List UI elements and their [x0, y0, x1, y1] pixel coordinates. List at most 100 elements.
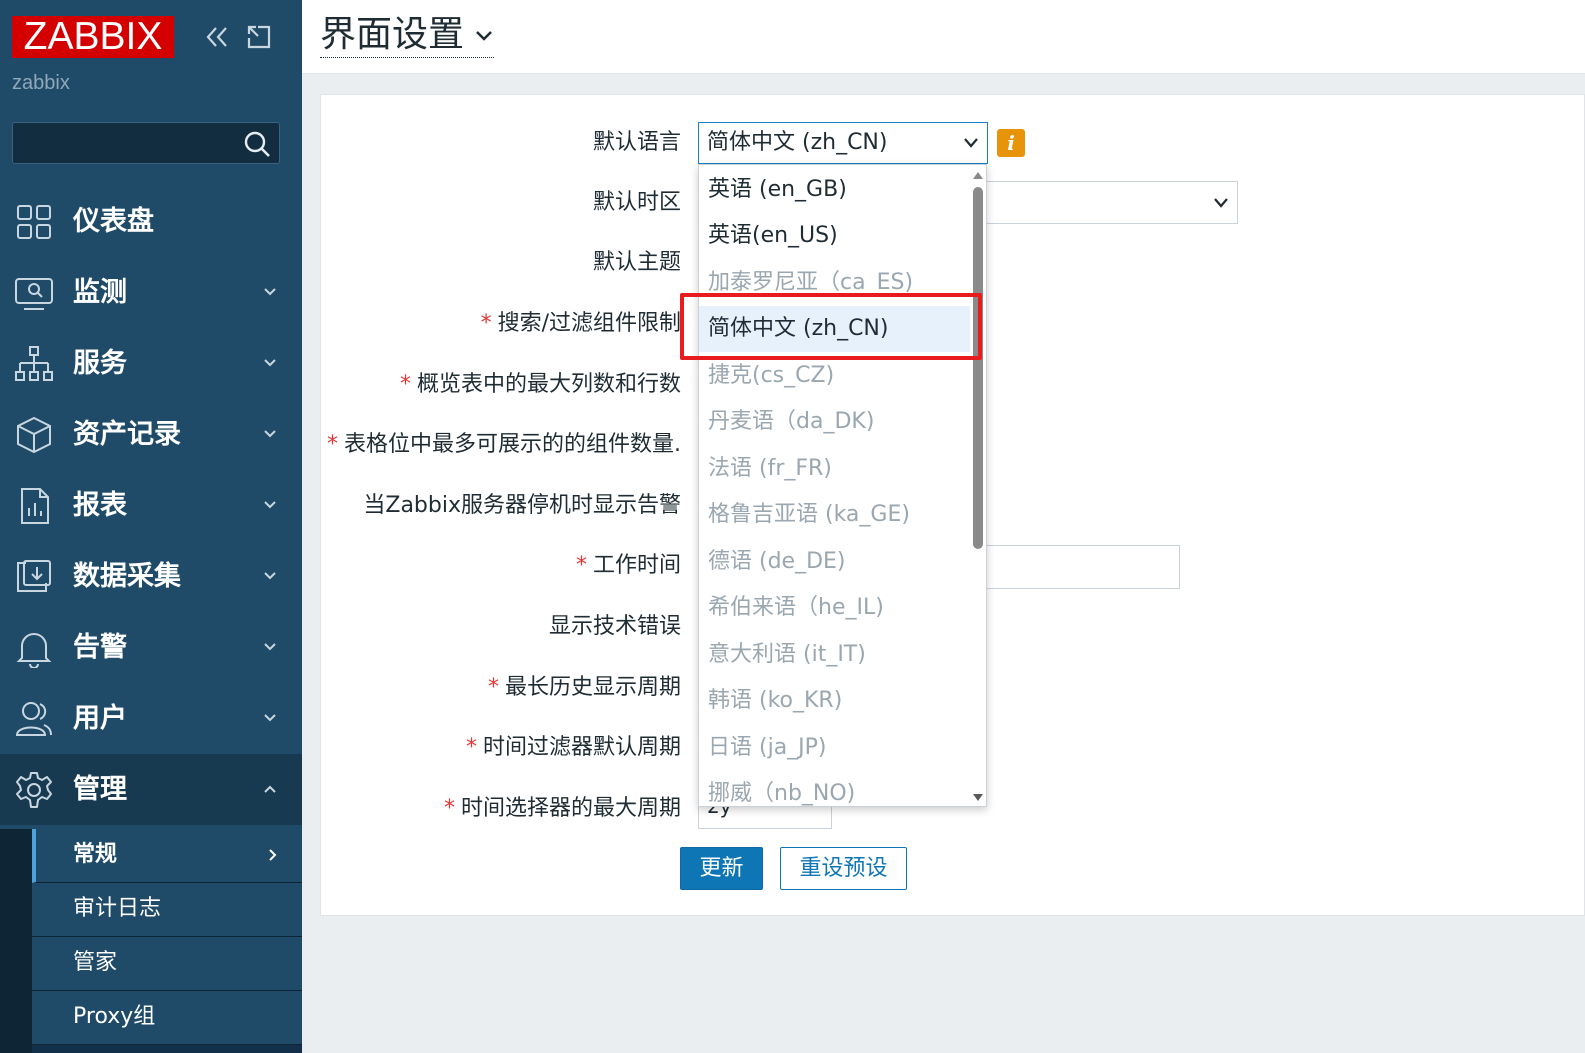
row-work-period: * 工作时间 — [321, 546, 681, 586]
menu-item-dashboard[interactable]: 仪表盘 — [0, 186, 302, 257]
required-marker: * — [465, 735, 477, 760]
search-input[interactable] — [13, 123, 233, 163]
required-marker: * — [575, 553, 587, 578]
dashboard-icon — [17, 205, 51, 239]
language-option: 韩语 (ko_KR) — [708, 688, 843, 713]
main-menu: 仪表盘 监测 服务 资产记录 报表 数据采集 告警 用户 管理 — [0, 186, 302, 825]
row-max-period: * 时间选择器的最大周期 — [321, 789, 681, 829]
row-max-history-period: * 最长历史显示周期 — [321, 668, 681, 708]
label-work-period-wrap: * 工作时间 — [576, 546, 681, 586]
chevron-down-icon — [1214, 198, 1228, 208]
label-max-period: 时间选择器的最大周期 — [460, 796, 681, 821]
submenu-label-audit-log: 审计日志 — [73, 896, 162, 921]
language-option[interactable]: 英语(en_US) — [699, 213, 971, 259]
menu-label-administration: 管理 — [73, 774, 127, 805]
menu-label-reports: 报表 — [73, 490, 127, 521]
row-max-widgets: * 表格位中最多可展示的的组件数量. — [321, 425, 681, 465]
label-max-widgets: 表格位中最多可展示的的组件数量. — [344, 432, 681, 457]
required-marker: * — [480, 311, 492, 336]
scrollbar-thumb[interactable] — [973, 187, 983, 549]
menu-label-data-collection: 数据采集 — [73, 561, 181, 592]
row-show-tech-errors: 显示技术错误 — [321, 607, 681, 647]
menu-label-alerts: 告警 — [73, 632, 127, 663]
page-header: 界面设置 — [302, 0, 1585, 74]
alerts-icon — [16, 633, 52, 668]
search-box — [12, 122, 280, 164]
row-max-columns-rows: * 概览表中的最大列数和行数 — [321, 365, 681, 405]
work-period-input[interactable] — [985, 545, 1180, 589]
submenu-item-audit-log[interactable]: 审计日志 — [32, 883, 302, 937]
chevron-up-icon — [264, 785, 276, 793]
label-work-period: 工作时间 — [592, 553, 681, 578]
submenu-item-housekeeping[interactable]: 管家 — [32, 937, 302, 991]
menu-item-administration[interactable]: 管理 — [0, 754, 302, 825]
info-icon[interactable]: i — [997, 129, 1025, 157]
row-search-limit: * 搜索/过滤组件限制 — [321, 304, 681, 344]
row-default-theme: 默认主题 — [321, 243, 681, 283]
menu-item-data-collection[interactable]: 数据采集 — [0, 541, 302, 612]
label-default-theme: 默认主题 — [592, 250, 681, 275]
chevron-right-icon — [269, 849, 277, 861]
menu-item-reports[interactable]: 报表 — [0, 470, 302, 541]
gear-icon — [16, 772, 52, 808]
menu-label-users: 用户 — [73, 703, 127, 734]
scroll-down-arrow-icon[interactable] — [973, 794, 983, 802]
menu-item-services[interactable]: 服务 — [0, 328, 302, 399]
label-show-tech-errors: 显示技术错误 — [548, 614, 681, 639]
page-title: 界面设置 — [320, 14, 465, 55]
services-icon — [15, 346, 53, 381]
label-max-widgets-wrap: * 表格位中最多可展示的的组件数量. — [327, 425, 681, 465]
language-option: 意大利语 (it_IT) — [708, 642, 866, 667]
data-collection-icon — [17, 560, 51, 592]
dropdown-scrollbar[interactable] — [970, 165, 986, 806]
page-title-dropdown[interactable]: 界面设置 — [320, 12, 495, 58]
inventory-icon — [17, 416, 51, 454]
label-max-history-period: 最长历史显示周期 — [504, 675, 681, 700]
menu-item-inventory[interactable]: 资产记录 — [0, 399, 302, 470]
language-option: 德语 (de_DE) — [708, 549, 846, 574]
label-time-filter-default-wrap: * 时间过滤器默认周期 — [466, 728, 681, 768]
zabbix-logo[interactable]: ZABBIX — [12, 16, 174, 58]
logo-row: ZABBIX — [12, 16, 290, 60]
row-time-filter-default: * 时间过滤器默认周期 — [321, 728, 681, 768]
label-max-period-wrap: * 时间选择器的最大周期 — [444, 789, 681, 829]
language-option: 丹麦语（da_DK) — [708, 409, 875, 434]
label-max-columns-rows-wrap: * 概览表中的最大列数和行数 — [400, 365, 681, 405]
scroll-up-arrow-icon[interactable] — [973, 171, 983, 179]
required-marker: * — [399, 372, 411, 397]
chevron-down-icon — [964, 138, 978, 148]
language-option-selected[interactable]: 简体中文 (zh_CN) — [699, 306, 971, 352]
server-name: zabbix — [12, 72, 70, 94]
label-default-language: 默认语言 — [592, 130, 681, 155]
label-default-timezone: 默认时区 — [592, 190, 681, 215]
kiosk-mode-icon[interactable] — [246, 24, 272, 50]
menu-item-users[interactable]: 用户 — [0, 683, 302, 754]
language-option: 希伯来语（he_IL) — [708, 595, 884, 620]
menu-label-inventory: 资产记录 — [73, 419, 181, 450]
menu-item-alerts[interactable]: 告警 — [0, 612, 302, 683]
monitoring-icon — [15, 278, 53, 310]
language-option[interactable]: 英语 (en_GB) — [699, 167, 971, 213]
menu-label-services: 服务 — [73, 348, 127, 379]
menu-label-dashboard: 仪表盘 — [73, 206, 154, 237]
submenu-item-proxy-groups[interactable]: Proxy组 — [32, 991, 302, 1045]
row-server-down-alert: 当Zabbix服务器停机时显示告警 — [321, 486, 681, 526]
chevron-down-icon — [264, 501, 276, 509]
submenu-label-proxy-groups: Proxy组 — [73, 1004, 156, 1029]
default-language-select[interactable]: 简体中文 (zh_CN) — [698, 122, 988, 164]
menu-item-monitoring[interactable]: 监测 — [0, 257, 302, 328]
label-time-filter-default: 时间过滤器默认周期 — [482, 735, 681, 760]
default-timezone-select[interactable] — [985, 181, 1238, 224]
label-search-limit: 搜索/过滤组件限制 — [497, 311, 681, 336]
language-dropdown-list: 英语 (en_GB) 英语(en_US) 加泰罗尼亚（ca_ES) 简体中文 (… — [698, 164, 987, 807]
default-language-value: 简体中文 (zh_CN) — [707, 130, 888, 155]
sidebar: ZABBIX zabbix 仪表盘 监测 服务 资产记录 报表 数据采集 告警 … — [0, 0, 302, 1053]
chevron-down-icon — [264, 359, 276, 367]
reset-defaults-button[interactable]: 重设预设 — [780, 847, 907, 890]
row-default-timezone: 默认时区 — [321, 183, 681, 223]
search-icon[interactable] — [243, 130, 271, 158]
update-button[interactable]: 更新 — [680, 847, 763, 890]
language-option: 格鲁吉亚语 (ka_GE) — [708, 502, 910, 527]
submenu-item-general[interactable]: 常规 — [32, 829, 302, 883]
collapse-sidebar-icon[interactable] — [202, 24, 232, 50]
